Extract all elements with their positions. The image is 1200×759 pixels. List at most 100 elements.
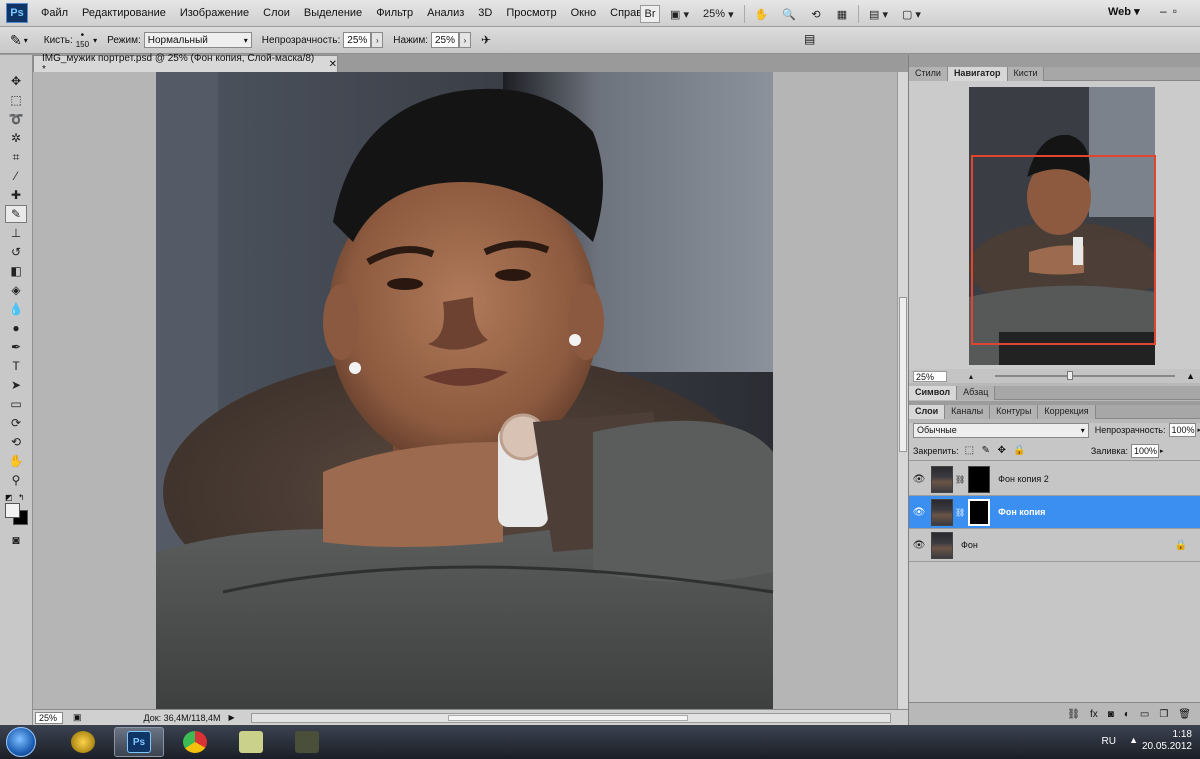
new-layer-icon[interactable]: ❐	[1159, 709, 1168, 720]
menu-file[interactable]: Файл	[34, 7, 75, 19]
brush-tool-icon[interactable]: ✎	[5, 205, 27, 223]
tab-paths[interactable]: Контуры	[990, 405, 1039, 419]
taskbar-app-4[interactable]	[226, 727, 276, 757]
taskbar-app-1[interactable]	[58, 727, 108, 757]
horizontal-scroll-thumb[interactable]	[448, 715, 688, 721]
pen-tool-icon[interactable]: ✒	[5, 338, 27, 356]
default-colors-icon[interactable]: ◩	[5, 493, 13, 502]
tab-navigator[interactable]: Навигатор	[947, 67, 1008, 81]
brush-panel-toggle-icon[interactable]: ▤	[804, 32, 815, 46]
tab-paragraph[interactable]: Абзац	[957, 386, 996, 400]
crop-tool-icon[interactable]: ⌗	[5, 148, 27, 166]
path-selection-tool-icon[interactable]: ➤	[5, 376, 27, 394]
add-mask-icon[interactable]: ◙	[1108, 709, 1114, 720]
tab-brushes[interactable]: Кисти	[1007, 67, 1045, 81]
flow-input[interactable]: 25%	[431, 32, 459, 48]
paint-bucket-tool-icon[interactable]: ◈	[5, 281, 27, 299]
menu-edit[interactable]: Редактирование	[75, 7, 173, 19]
tab-adjustments[interactable]: Коррекция	[1038, 405, 1096, 419]
swap-colors-icon[interactable]: ↰	[18, 493, 25, 502]
zoom-out-icon[interactable]: ▴	[969, 372, 973, 381]
vertical-scroll-thumb[interactable]	[899, 297, 907, 452]
lock-transparent-icon[interactable]: ⬚	[965, 445, 974, 456]
screen-mode-button[interactable]: ▢ ▾	[898, 5, 925, 23]
hand-tool-icon[interactable]: ✋	[751, 5, 773, 23]
close-icon[interactable]: ✕	[329, 59, 337, 70]
blur-tool-icon[interactable]: 💧	[5, 300, 27, 318]
quick-mask-icon[interactable]: ◙	[5, 531, 27, 549]
menu-analysis[interactable]: Анализ	[420, 7, 471, 19]
navigator-view-box[interactable]	[971, 155, 1156, 345]
zoom-tool-icon[interactable]: 🔍	[778, 5, 800, 23]
menu-3d[interactable]: 3D	[471, 7, 499, 19]
clone-stamp-tool-icon[interactable]: ⊥	[5, 224, 27, 242]
trash-icon[interactable]: 🗑	[1178, 709, 1191, 720]
blend-mode-select[interactable]: Обычные ▾	[913, 422, 1089, 438]
link-icon[interactable]: ⛓	[955, 475, 965, 484]
navigator-zoom-slider[interactable]	[995, 371, 1175, 380]
move-tool-icon[interactable]: ✥	[5, 72, 27, 90]
taskbar-app-5[interactable]	[282, 727, 332, 757]
status-icon[interactable]: ▣	[73, 712, 82, 723]
ruler-icon[interactable]: ▦	[832, 5, 852, 23]
brush-picker[interactable]: • 150	[76, 31, 89, 50]
taskbar-photoshop[interactable]: Ps	[114, 727, 164, 757]
eyedropper-tool-icon[interactable]: ⁄	[5, 167, 27, 185]
zoom-in-icon[interactable]: ▲	[1186, 371, 1195, 381]
taskbar-chrome[interactable]	[170, 727, 220, 757]
opacity-slider-button[interactable]: ›	[371, 32, 384, 48]
layer-mask-thumbnail[interactable]	[968, 465, 991, 493]
eye-icon[interactable]: 👁	[909, 507, 929, 518]
extras-button[interactable]: ▣ ▾	[666, 5, 693, 23]
canvas-area[interactable]	[33, 72, 897, 709]
horizontal-scrollbar[interactable]	[251, 713, 891, 723]
3d-rotate-tool-icon[interactable]: ⟳	[5, 414, 27, 432]
lasso-tool-icon[interactable]: ➰	[5, 110, 27, 128]
3d-orbit-tool-icon[interactable]: ⟲	[5, 433, 27, 451]
menu-window[interactable]: Окно	[564, 7, 604, 19]
rectangle-tool-icon[interactable]: ▭	[5, 395, 27, 413]
clock[interactable]: 1:18 20.05.2012	[1142, 729, 1192, 753]
tab-styles[interactable]: Стили	[909, 67, 948, 81]
arrange-documents-button[interactable]: ▤ ▾	[865, 5, 892, 23]
rotate-view-icon[interactable]: ⟲	[806, 5, 826, 23]
layer-mask-thumbnail[interactable]	[968, 498, 991, 526]
link-icon[interactable]: ⛓	[955, 508, 965, 517]
eye-icon[interactable]: 👁	[909, 474, 929, 485]
hand-tool-icon[interactable]: ✋	[5, 452, 27, 470]
document-tab[interactable]: IMG_мужик портрет.psd @ 25% (Фон копия, …	[33, 53, 338, 75]
menu-layers[interactable]: Слои	[256, 7, 297, 19]
tab-channels[interactable]: Каналы	[945, 405, 991, 419]
layer-opacity-input[interactable]: 100%	[1168, 423, 1197, 437]
layer-row[interactable]: 👁 ⛓ Фон копия	[909, 496, 1200, 529]
language-indicator[interactable]: RU	[1102, 736, 1116, 747]
workspace-switcher[interactable]: Web ▾	[1108, 5, 1140, 18]
history-brush-tool-icon[interactable]: ↺	[5, 243, 27, 261]
airbrush-icon[interactable]: ✈	[481, 33, 491, 47]
flow-slider-button[interactable]: ›	[459, 32, 471, 48]
navigator-zoom-input[interactable]: 25%	[913, 370, 947, 382]
bridge-button[interactable]: Br	[640, 5, 660, 23]
opacity-input[interactable]: 25%	[343, 32, 372, 48]
tray-expand-icon[interactable]: ▲	[1129, 735, 1138, 745]
fill-input[interactable]: 100%	[1131, 443, 1159, 458]
lock-position-icon[interactable]: ✥	[997, 445, 1005, 456]
menu-view[interactable]: Просмотр	[499, 7, 563, 19]
brush-tool-preset-icon[interactable]: ✎	[10, 32, 22, 49]
layer-style-icon[interactable]: fx	[1090, 709, 1098, 720]
adjustment-layer-icon[interactable]: ◐	[1124, 709, 1130, 720]
layer-row[interactable]: 👁 Фон 🔒	[909, 529, 1200, 562]
maximize-icon[interactable]: ▫	[1173, 4, 1177, 18]
eye-icon[interactable]: 👁	[909, 540, 929, 551]
menu-filter[interactable]: Фильтр	[369, 7, 420, 19]
chevron-down-icon[interactable]: ▾	[24, 36, 28, 45]
status-zoom-input[interactable]: 25%	[35, 711, 63, 724]
type-tool-icon[interactable]: T	[5, 357, 27, 375]
link-layers-icon[interactable]: ⛓	[1067, 709, 1080, 720]
vertical-scrollbar[interactable]	[897, 72, 908, 709]
chevron-right-icon[interactable]: ▸	[1160, 447, 1164, 455]
menu-image[interactable]: Изображение	[173, 7, 256, 19]
status-menu-arrow-icon[interactable]: ▶	[229, 713, 235, 722]
menu-select[interactable]: Выделение	[297, 7, 369, 19]
group-icon[interactable]: ▭	[1140, 709, 1149, 720]
